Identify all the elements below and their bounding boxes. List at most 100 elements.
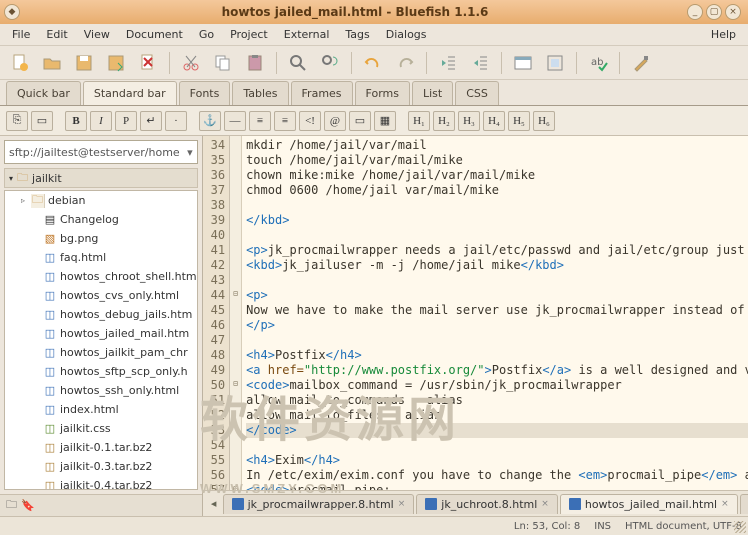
center-button[interactable]: ≡ [249,111,271,131]
code-line[interactable] [246,228,748,243]
unindent-button[interactable] [434,49,462,77]
tab-quickbar[interactable]: Quick bar [6,81,81,105]
view-browser-button[interactable] [509,49,537,77]
comment-button[interactable]: <! [299,111,321,131]
tree-item[interactable]: ◫jailkit-0.3.tar.bz2 [5,457,197,476]
code-line[interactable] [246,273,748,288]
paragraph-button[interactable]: P [115,111,137,131]
code-line[interactable]: <p>jk_procmailwrapper needs a jail/etc/p… [246,243,748,258]
tab-tables[interactable]: Tables [232,81,288,105]
tree-item[interactable]: ◫howtos_cvs_only.html [5,286,197,305]
tab-list[interactable]: List [412,81,453,105]
menu-edit[interactable]: Edit [38,26,75,43]
source-editor[interactable]: mkdir /home/jail/var/mailtouch /home/jai… [242,136,748,490]
find-replace-button[interactable] [316,49,344,77]
code-line[interactable]: <code>mailbox_command = /usr/sbin/jk_pro… [246,378,748,393]
thumbnail-button[interactable]: ▦ [374,111,396,131]
h6-button[interactable]: H₆ [533,111,555,131]
code-line[interactable]: Now we have to make the mail server use … [246,303,748,318]
tree-item[interactable]: ◫jailkit-0.4.tar.bz2 [5,476,197,490]
tree-item[interactable]: ◫jailkit-0.1.tar.bz2 [5,438,197,457]
window-menu-icon[interactable]: ◆ [4,4,20,20]
undo-button[interactable] [359,49,387,77]
save-button[interactable] [70,49,98,77]
code-line[interactable]: </p> [246,318,748,333]
code-line[interactable]: chmod 0600 /home/jail var/mail/mike [246,183,748,198]
open-button[interactable] [38,49,66,77]
find-button[interactable] [284,49,312,77]
code-line[interactable]: <a href="http://www.postfix.org/">Postfi… [246,363,748,378]
copy-button[interactable] [209,49,237,77]
code-line[interactable]: <h4>Exim</h4> [246,453,748,468]
rule-button[interactable]: — [224,111,246,131]
anchor-button[interactable]: ⚓ [199,111,221,131]
document-tab[interactable]: howtos_sftp_scp_only.html× [740,494,748,514]
code-line[interactable]: allow_mail_to_files = alias [246,408,748,423]
tab-fonts[interactable]: Fonts [179,81,231,105]
italic-button[interactable]: I [90,111,112,131]
body-button[interactable]: ▭ [31,111,53,131]
tab-css[interactable]: CSS [455,81,499,105]
rightalign-button[interactable]: ≡ [274,111,296,131]
indent-button[interactable] [466,49,494,77]
save-as-button[interactable] [102,49,130,77]
menu-project[interactable]: Project [222,26,276,43]
bookmarks-tab-icon[interactable]: 🔖 [21,499,35,512]
h1-button[interactable]: H₁ [408,111,430,131]
tree-item[interactable]: ◫howtos_jailed_mail.htm [5,324,197,343]
h4-button[interactable]: H₄ [483,111,505,131]
code-line[interactable]: chown mike:mike /home/jail/var/mail/mike [246,168,748,183]
tree-item[interactable]: ◫howtos_sftp_scp_only.h [5,362,197,381]
code-line[interactable]: allow_mail_to_commands = alias [246,393,748,408]
menu-document[interactable]: Document [118,26,191,43]
code-line[interactable]: mkdir /home/jail/var/mail [246,138,748,153]
close-icon[interactable]: × [541,499,549,509]
h3-button[interactable]: H₃ [458,111,480,131]
h5-button[interactable]: H₅ [508,111,530,131]
email-button[interactable]: @ [324,111,346,131]
menu-file[interactable]: File [4,26,38,43]
tree-item[interactable]: ◫howtos_debug_jails.htm [5,305,197,324]
tree-item[interactable]: ◫faq.html [5,248,197,267]
tree-item[interactable]: ◫howtos_jailkit_pam_chr [5,343,197,362]
filebrowser-tab-icon[interactable]: 🗀 [6,496,17,515]
path-combobox[interactable]: sftp://jailtest@testserver/home ▾ [4,140,198,164]
close-icon[interactable]: × [721,499,729,509]
nbsp-button[interactable]: · [165,111,187,131]
document-tab[interactable]: howtos_jailed_mail.html× [560,494,738,514]
code-line[interactable]: <code>procmail_pipe: [246,483,748,490]
close-doc-button[interactable] [134,49,162,77]
tree-item[interactable]: ▤Changelog [5,210,197,229]
quickstart-button[interactable]: ⎘ [6,111,28,131]
spellcheck-button[interactable]: ab [584,49,612,77]
bold-button[interactable]: B [65,111,87,131]
tab-forms[interactable]: Forms [355,81,410,105]
fold-column[interactable]: ⊟⊟⊟ [230,136,242,490]
menu-dialogs[interactable]: Dialogs [378,26,435,43]
cut-button[interactable] [177,49,205,77]
paste-button[interactable] [241,49,269,77]
tab-standardbar[interactable]: Standard bar [83,81,177,105]
minimize-button[interactable]: _ [687,4,703,20]
redo-button[interactable] [391,49,419,77]
code-line[interactable]: In /etc/exim/exim.conf you have to chang… [246,468,748,483]
tree-item[interactable]: ◫index.html [5,400,197,419]
new-button[interactable] [6,49,34,77]
fullscreen-button[interactable] [541,49,569,77]
code-line[interactable]: <p> [246,288,748,303]
image-button[interactable]: ▭ [349,111,371,131]
tree-item[interactable]: ◫jailkit.css [5,419,197,438]
menu-tags[interactable]: Tags [337,26,377,43]
tab-frames[interactable]: Frames [291,81,353,105]
code-line[interactable]: touch /home/jail/var/mail/mike [246,153,748,168]
code-line[interactable] [246,198,748,213]
document-tab[interactable]: jk_uchroot.8.html× [416,494,558,514]
resize-grip[interactable] [734,521,746,533]
maximize-button[interactable]: ▢ [706,4,722,20]
close-button[interactable]: × [725,4,741,20]
code-line[interactable]: <kbd>jk_jailuser -m -j /home/jail mike</… [246,258,748,273]
file-tree[interactable]: ▹🗀debian▤Changelog▧bg.png◫faq.html◫howto… [4,190,198,490]
folder-header[interactable]: ▾ 🗀 jailkit [4,168,198,188]
document-tab[interactable]: jk_procmailwrapper.8.html× [223,494,415,514]
code-line[interactable]: </kbd> [246,213,748,228]
